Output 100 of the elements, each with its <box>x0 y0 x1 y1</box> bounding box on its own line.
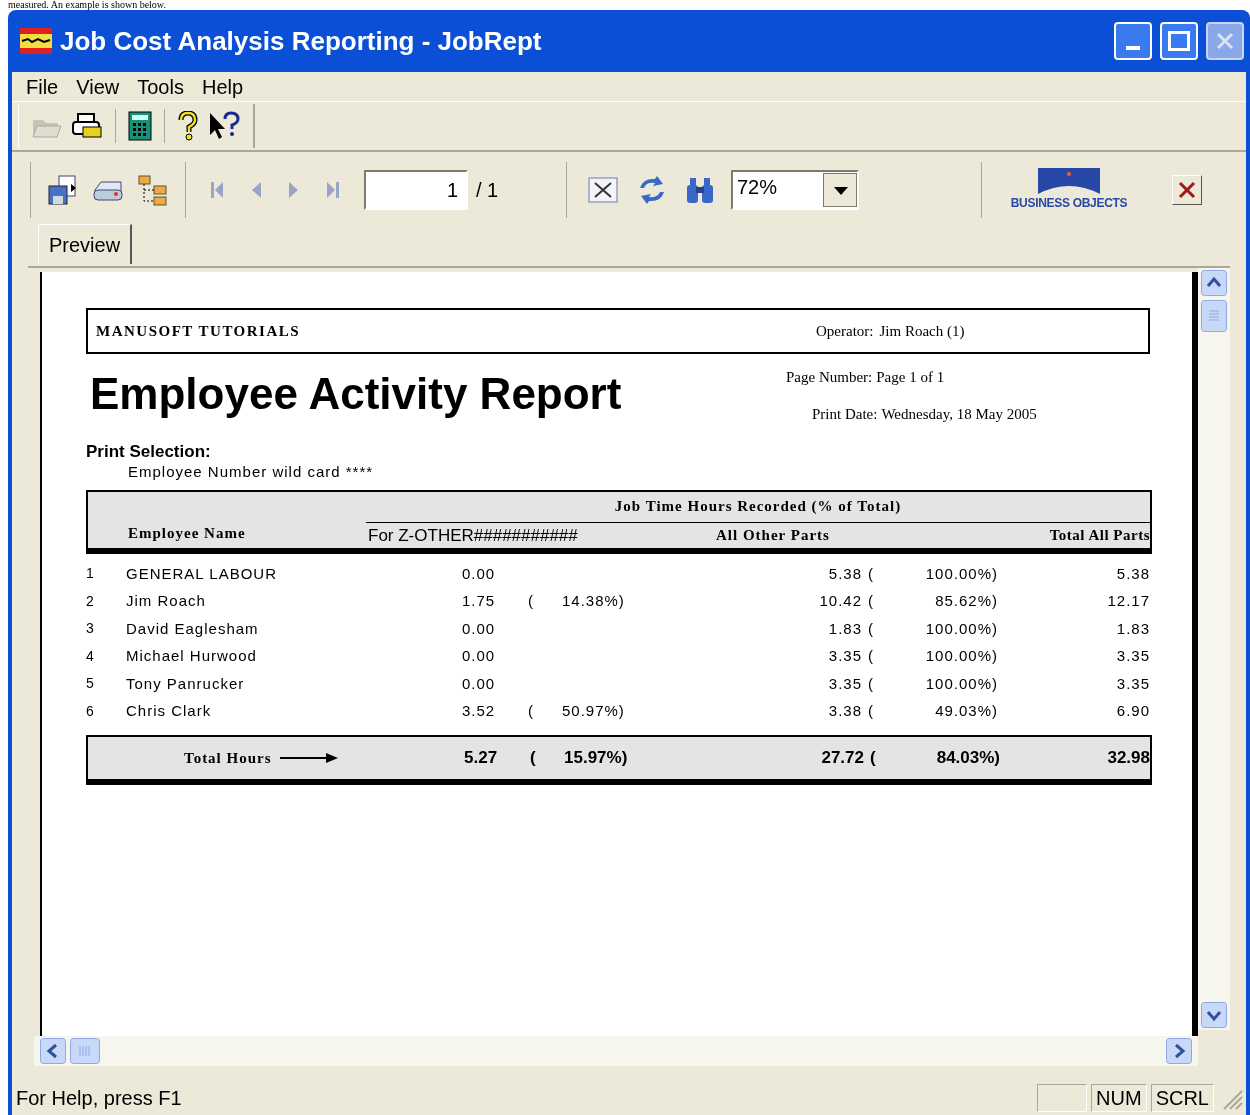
calculator-icon[interactable] <box>128 111 152 141</box>
totals-label: Total Hours <box>184 748 272 768</box>
scroll-thumb-icon[interactable] <box>1201 300 1227 332</box>
print-date: Wednesday, 18 May 2005 <box>881 404 1037 424</box>
table-cell: 100.00%) <box>925 647 998 664</box>
table-cell: 85.62%) <box>935 592 998 609</box>
horizontal-scrollbar[interactable] <box>34 1036 1198 1066</box>
table-cell: 3.35 <box>1116 647 1150 664</box>
export-icon[interactable] <box>47 174 79 206</box>
company-name: MANUSOFT TUTORIALS <box>96 321 302 341</box>
zoom-dropdown[interactable]: 72% <box>731 170 859 210</box>
table-cell: 3.35 <box>1116 674 1150 692</box>
menu-item[interactable]: Help <box>193 71 252 102</box>
vertical-scrollbar[interactable] <box>1198 268 1230 1030</box>
status-text: For Help, press F1 <box>16 1086 183 1111</box>
status-indicator: SCRL <box>1150 1084 1214 1112</box>
close-report-button[interactable] <box>1172 175 1202 205</box>
close-icon <box>1177 180 1197 200</box>
table-cell: 15.97%) <box>564 748 628 768</box>
table-cell: 3 <box>86 620 94 637</box>
table-cell: ( <box>868 674 874 692</box>
table-cell: 0.00 <box>462 619 496 637</box>
table-cell: 5.38 <box>1116 564 1150 582</box>
status-indicator: NUM <box>1091 1084 1147 1112</box>
table-cell: 2 <box>86 592 94 609</box>
stop-icon[interactable] <box>587 176 619 204</box>
table-cell: 12.17 <box>1107 592 1150 609</box>
table-cell: 14.38%) <box>562 592 625 609</box>
page-number-field[interactable]: 1 <box>364 170 468 210</box>
menu-item[interactable]: File <box>18 71 67 102</box>
table-cell: 32.98 <box>1107 748 1150 768</box>
scroll-thumb-icon[interactable] <box>70 1038 100 1064</box>
table-cell: 0.00 <box>462 564 496 582</box>
close-icon <box>1215 31 1235 51</box>
menu-item[interactable]: View <box>68 71 128 102</box>
operator-name: Jim Roach (1) <box>879 321 965 341</box>
binoculars-icon[interactable] <box>685 175 715 205</box>
table-cell: 4 <box>86 647 94 664</box>
app-icon <box>20 28 52 54</box>
table-cell: ( <box>530 748 536 768</box>
preview-tab[interactable]: Preview <box>38 224 133 264</box>
table-cell: Chris Clark <box>126 702 212 719</box>
page-number-label: Page Number: <box>786 368 873 387</box>
scroll-down-icon[interactable] <box>1201 1002 1227 1028</box>
menu-item[interactable]: Tools <box>129 71 192 102</box>
table-cell: 10.42 <box>819 592 862 609</box>
table-cell: 1.83 <box>828 619 862 637</box>
table-cell: GENERAL LABOUR <box>126 564 277 582</box>
status-pane <box>1037 1084 1088 1112</box>
table-cell: 3.38 <box>828 702 862 719</box>
page-number: Page 1 of 1 <box>876 368 945 387</box>
print-selection-label: Print Selection: <box>86 442 211 462</box>
table-cell: 5.27 <box>464 748 498 768</box>
maximize-button[interactable] <box>1160 22 1198 60</box>
table-cell: ( <box>528 702 534 719</box>
operator-label: Operator: <box>816 321 874 341</box>
table-cell: 3.35 <box>828 647 862 664</box>
table-cell: 1.83 <box>1116 619 1150 637</box>
table-cell: 5 <box>86 675 94 692</box>
column-header: All Other Parts <box>716 526 831 545</box>
window-title: Job Cost Analysis Reporting - JobRept <box>60 24 543 58</box>
help-icon[interactable] <box>177 111 199 141</box>
table-cell: ( <box>870 748 876 768</box>
table-cell: 50.97%) <box>562 702 625 719</box>
table-cell: Tony Panrucker <box>126 674 245 692</box>
table-cell: ( <box>868 647 874 664</box>
table-cell: 3.35 <box>828 674 862 692</box>
scroll-up-icon[interactable] <box>1201 270 1227 296</box>
column-header: Employee Name <box>128 523 246 543</box>
table-cell: 6.90 <box>1116 702 1150 719</box>
logo: BUSINESS OBJECTS <box>1006 168 1132 212</box>
table-cell: 49.03%) <box>935 702 998 719</box>
table-cell: 0.00 <box>462 674 496 692</box>
column-header: Total All Parts <box>1048 526 1150 545</box>
table-cell: Michael Hurwood <box>126 647 257 664</box>
page-count: / 1 <box>476 178 500 203</box>
document-text: measured. An example is shown below. <box>8 0 167 10</box>
table-cell: 100.00%) <box>925 564 998 582</box>
table-cell: 3.52 <box>462 702 496 719</box>
table-cell: 1.75 <box>462 592 496 609</box>
table-cell: ( <box>868 702 874 719</box>
table-cell: 5.38 <box>828 564 862 582</box>
arrow-icon <box>279 752 338 764</box>
table-cell: 84.03%) <box>936 748 1000 768</box>
maximize-icon <box>1168 31 1190 51</box>
table-cell: ( <box>868 564 874 582</box>
scroll-right-icon[interactable] <box>1166 1038 1192 1064</box>
table-cell: 6 <box>86 702 94 719</box>
column-group-header: Job Time Hours Recorded (% of Total) <box>614 497 902 516</box>
context-help-icon[interactable] <box>207 111 241 141</box>
table-cell: ( <box>868 619 874 637</box>
table-cell: ( <box>528 592 534 609</box>
report-title: Employee Activity Report <box>89 368 623 420</box>
printer-icon[interactable] <box>71 112 103 140</box>
table-cell: David Eaglesham <box>126 619 259 637</box>
print-selection: Employee Number wild card **** <box>127 462 374 482</box>
scroll-left-icon[interactable] <box>40 1038 66 1064</box>
table-cell: 27.72 <box>821 748 864 768</box>
group-tree-icon[interactable] <box>137 174 169 206</box>
minimize-button[interactable] <box>1114 22 1152 60</box>
